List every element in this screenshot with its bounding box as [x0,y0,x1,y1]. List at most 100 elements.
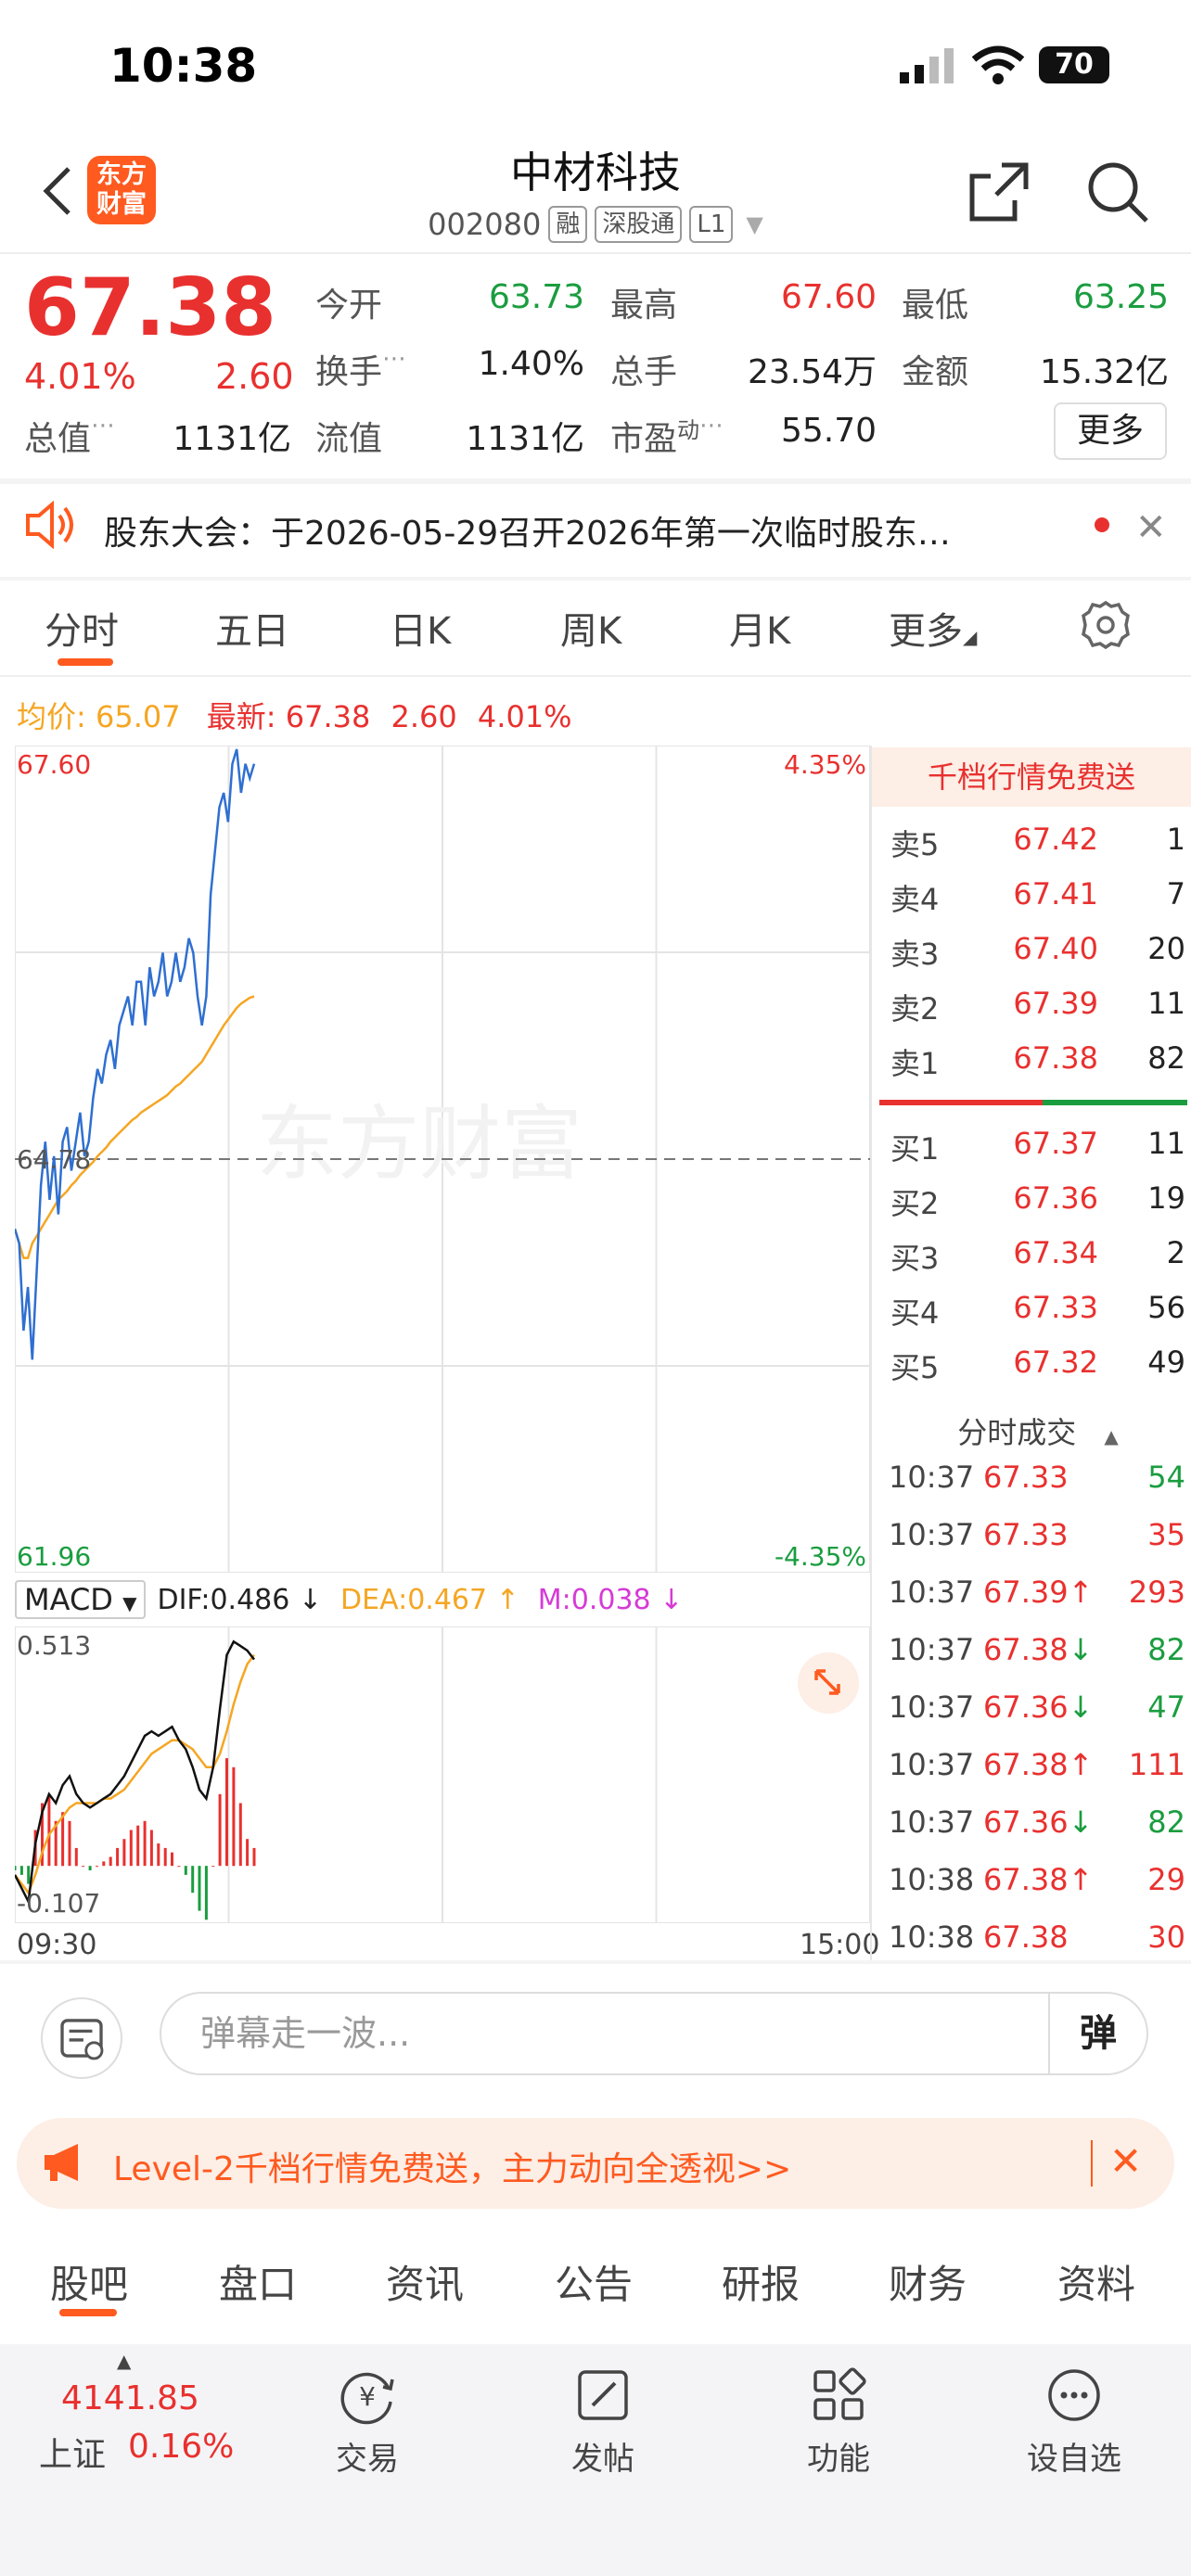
macd-bar [47,1793,51,1867]
share-icon[interactable] [965,158,1033,226]
macd-bar [191,1866,195,1894]
indicator-select[interactable]: MACD ▼ [15,1580,147,1619]
danmu-settings-icon[interactable] [41,1997,122,2079]
macd-bar [102,1861,106,1867]
intraday-chart[interactable]: 东方财富 67.60 61.96 64.78 4.35% -4.35% [15,746,870,1573]
more-quote-button[interactable]: 更多 [1054,402,1167,460]
macd-bar [232,1766,236,1867]
ask-row[interactable]: 卖3 67.40 20 [890,931,1185,974]
trade-price: 67.36↓ [983,1804,1094,1840]
ob-price: 67.41 [1013,876,1098,912]
tab-daily-k[interactable]: 日K [390,601,451,655]
bid-row[interactable]: 买5 67.32 49 [890,1345,1185,1387]
bid-row[interactable]: 买3 67.34 2 [890,1235,1185,1278]
macd-bar [211,1866,215,1868]
trade-time: 10:37 [889,1575,975,1610]
macd-bar [157,1843,160,1867]
trade-volume: 111 [1128,1747,1185,1782]
tab-intraday[interactable]: 分时 [45,601,119,655]
trade-price: 67.38↑ [983,1862,1094,1897]
macd-legend: MACD ▼ DIF:0.486 ↓ DEA:0.467 ↑ M:0.038 ↓ [15,1580,683,1619]
trade-row: 10:37 67.38↑ 111 [889,1747,1185,1782]
value-low: 63.25 [1072,278,1169,316]
tag-margin: 融 [548,206,588,243]
bid-row[interactable]: 买2 67.36 19 [890,1180,1185,1223]
trades-title-text: 分时成交 [957,1415,1077,1450]
nav-post[interactable]: 发帖 [519,2363,686,2479]
index-name[interactable]: 上证 [39,2428,106,2476]
macd-bar [122,1839,126,1867]
tab-monthly-k[interactable]: 月K [729,601,790,655]
ask-row[interactable]: 卖4 67.41 7 [890,876,1185,919]
tab-guba[interactable]: 股吧 [50,2253,128,2310]
danmu-toggle-button[interactable]: 弹 [1048,1994,1146,2073]
dropdown-caret-icon: ▼ [746,211,763,237]
tab-five-day[interactable]: 五日 [215,601,289,655]
nav-functions-label: 功能 [807,2441,870,2478]
macd-bar [171,1852,173,1867]
macd-bar [198,1866,201,1911]
order-book-promo[interactable]: 千档行情免费送 [872,747,1191,807]
trade-row: 10:38 67.38↑ 29 [889,1862,1185,1897]
ask-row[interactable]: 卖5 67.42 1 [890,822,1185,864]
watermark: 东方财富 [256,1096,583,1192]
more-dots-icon [1048,2369,1100,2421]
ob-label: 卖3 [890,937,940,972]
ob-label: 买5 [890,1350,940,1385]
trade-price: 67.39↑ [983,1575,1094,1610]
tab-financials[interactable]: 财务 [889,2253,967,2310]
settings-gear-icon[interactable] [1080,599,1132,651]
macd-bar [82,1866,85,1868]
index-change-pct[interactable]: 0.16% [128,2428,234,2466]
time-axis-start: 09:30 [17,1929,97,1961]
index-value[interactable]: 4141.85 [61,2379,199,2417]
info-icon[interactable]: ⋯ [699,412,724,440]
nav-watchlist[interactable]: 设自选 [991,2363,1158,2479]
nav-functions[interactable]: 功能 [755,2363,922,2479]
tab-profile[interactable]: 资料 [1057,2253,1135,2310]
ob-volume: 7 [1166,876,1185,912]
trade-volume: 293 [1128,1575,1185,1610]
level2-text[interactable]: Level-2千档行情免费送，主力动向全透视>> [113,2142,791,2190]
bid-bar [1043,1100,1187,1105]
trade-direction-icon: ↓ [1068,1690,1094,1725]
ob-label: 卖1 [890,1046,940,1081]
avg-price-label: 均价: [17,699,86,734]
tab-news[interactable]: 资讯 [386,2253,464,2310]
dif-series [15,1639,255,1906]
trade-time: 10:37 [889,1690,975,1725]
search-icon[interactable] [1083,158,1152,226]
value-float-cap: 1131亿 [466,420,584,458]
expand-icon[interactable] [798,1652,859,1714]
wifi-icon [971,45,1025,84]
label-amount: 金额 [902,353,969,391]
trade-row: 10:37 67.33 54 [889,1460,1185,1495]
level2-close-icon[interactable]: ✕ [1109,2138,1142,2184]
macd-bar [74,1847,78,1867]
info-icon[interactable]: ⋯ [382,345,406,373]
ob-label: 买3 [890,1241,940,1276]
battery-level: 70 [1055,48,1094,81]
macd-chart[interactable]: 0.513 -0.107 [15,1626,870,1923]
tab-pankou[interactable]: 盘口 [219,2253,297,2310]
tab-more[interactable]: 更多◢ [889,601,977,655]
ask-row[interactable]: 卖1 67.38 82 [890,1040,1185,1083]
nav-trade[interactable]: ¥ 交易 [284,2363,451,2479]
tabs-divider [0,675,1191,677]
tab-announcements[interactable]: 公告 [555,2253,633,2310]
trade-row: 10:37 67.33 35 [889,1517,1185,1552]
notice-close-icon[interactable]: ✕ [1135,506,1167,549]
trade-volume: 54 [1147,1460,1185,1495]
tab-research[interactable]: 研报 [722,2253,800,2310]
notice-text[interactable]: 股东大会：于2026-05-29召开2026年第一次临时股东… [104,506,951,555]
active-tab-indicator [58,658,113,666]
trades-title[interactable]: 分时成交 ▲ [890,1409,1185,1452]
value-volume: 23.54万 [747,353,877,391]
price-series [15,748,256,1360]
bid-row[interactable]: 买1 67.37 11 [890,1126,1185,1168]
danmu-input[interactable]: 弹幕走一波... [160,1992,1148,2075]
ask-row[interactable]: 卖2 67.39 11 [890,986,1185,1028]
bid-row[interactable]: 买4 67.33 56 [890,1290,1185,1333]
tab-weekly-k[interactable]: 周K [560,601,621,655]
info-icon[interactable]: ⋯ [91,412,115,440]
